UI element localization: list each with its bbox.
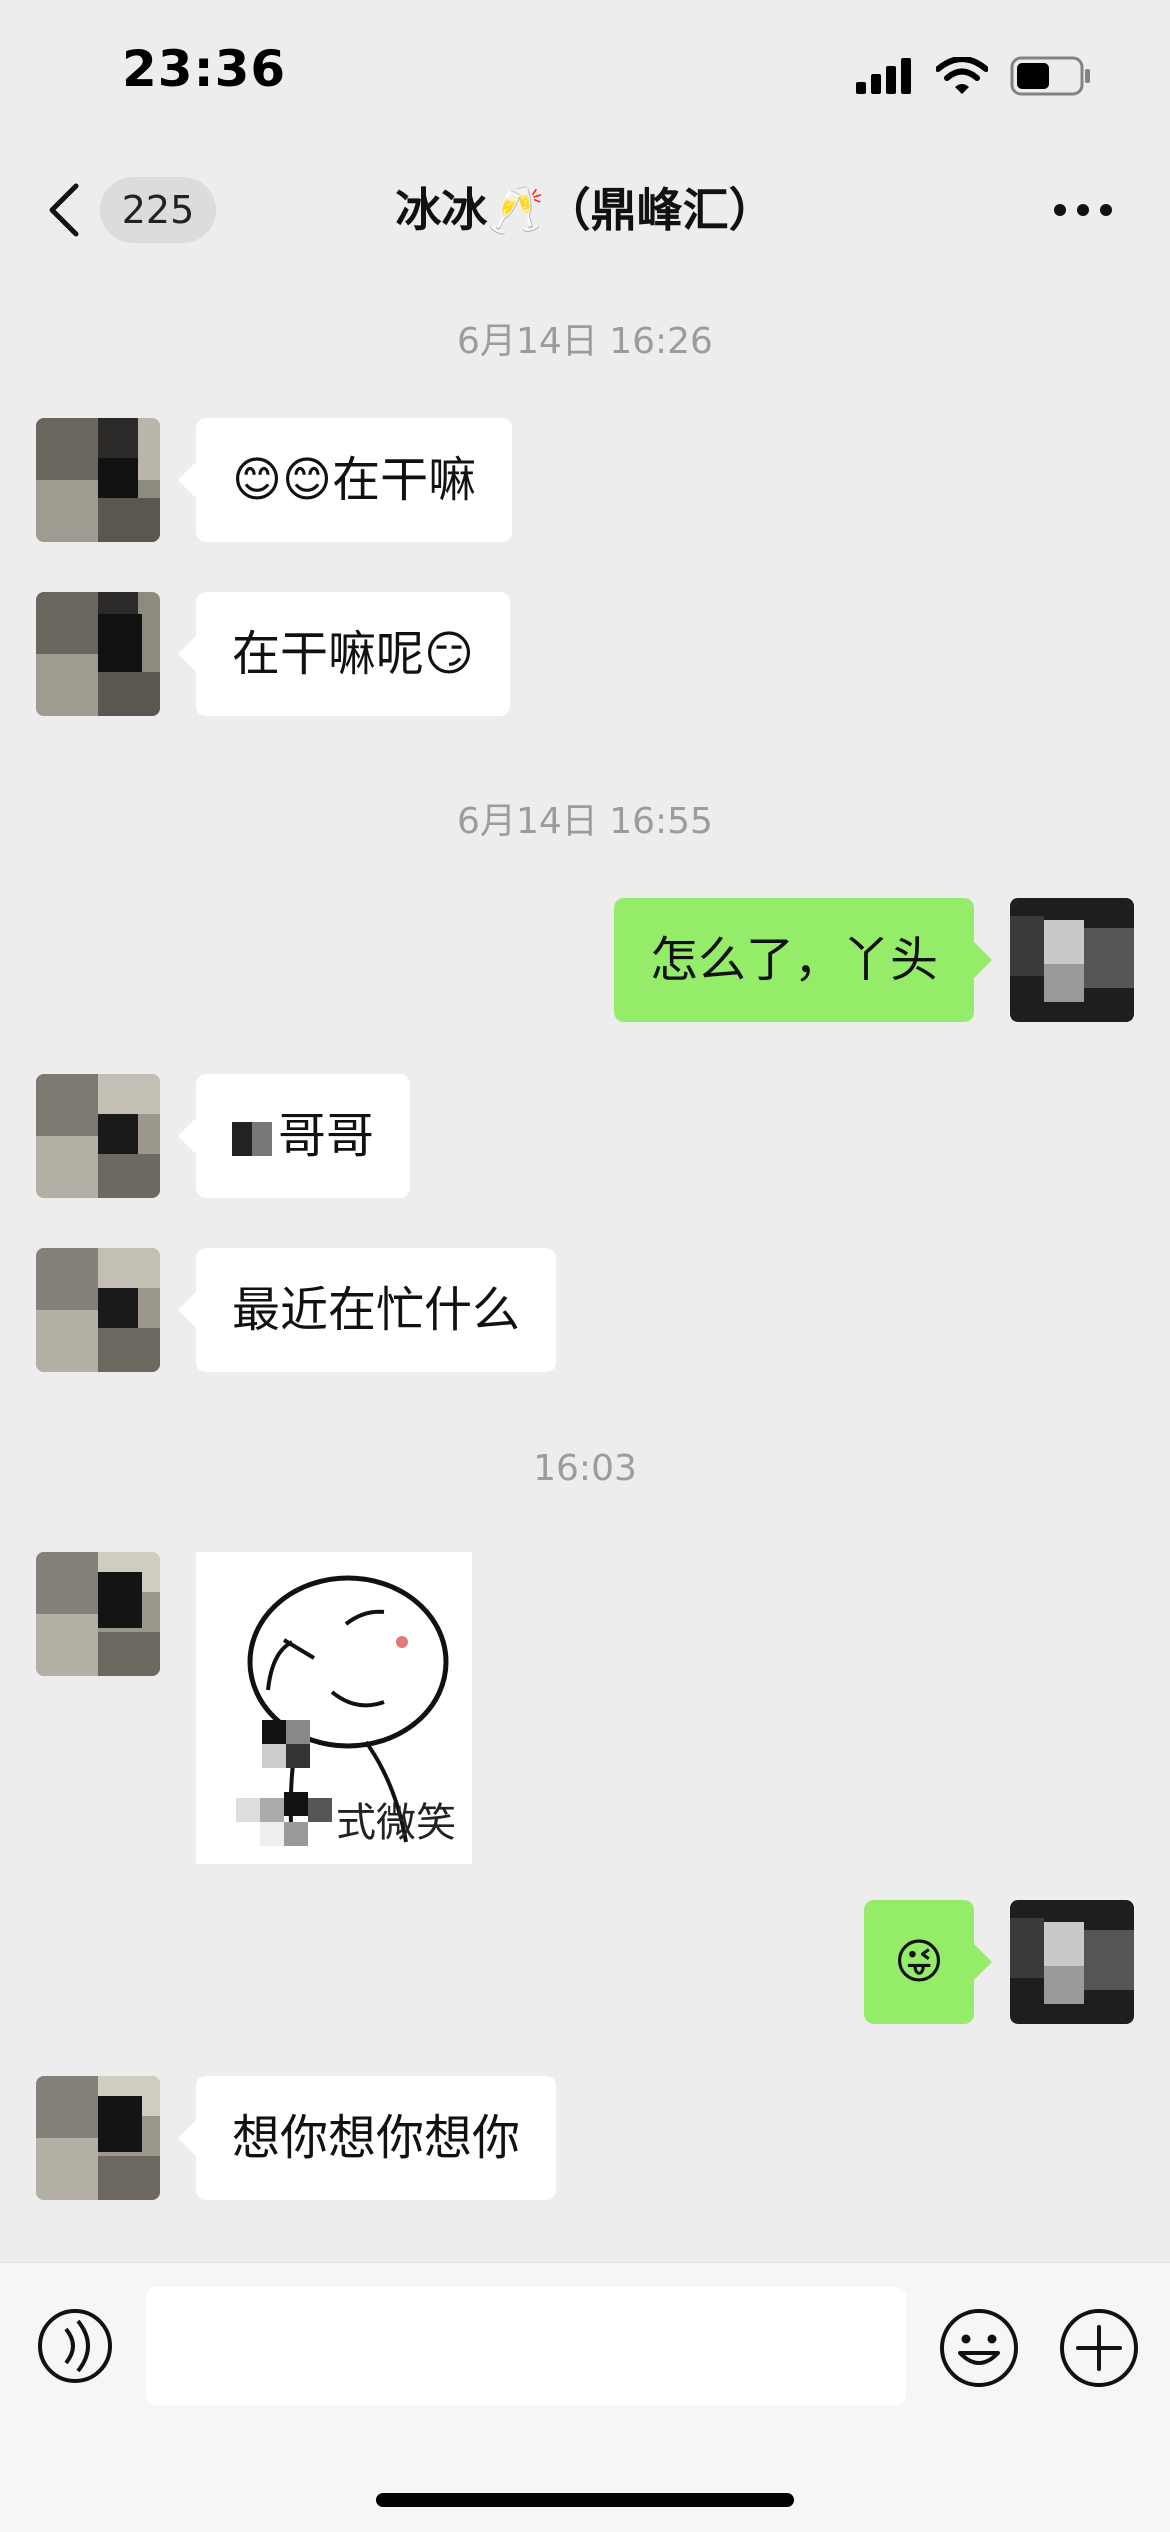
- message-bubble-incoming[interactable]: 哥哥: [177, 1074, 411, 1198]
- contact-avatar[interactable]: [36, 2076, 160, 2200]
- message-bubble-incoming[interactable]: 在干嘛呢😏: [177, 592, 511, 716]
- message-input[interactable]: [146, 2287, 906, 2405]
- contact-avatar[interactable]: [36, 1552, 160, 1676]
- signal-icon: [856, 58, 911, 94]
- pixelated-redaction: [232, 1122, 272, 1156]
- voice-toggle-icon[interactable]: [36, 2307, 114, 2385]
- contact-avatar[interactable]: [36, 592, 160, 716]
- wifi-icon: [936, 57, 988, 94]
- unread-count-badge[interactable]: 225: [100, 177, 216, 243]
- message-bubble-incoming[interactable]: 😊😊在干嘛: [177, 418, 513, 542]
- contact-avatar[interactable]: [36, 418, 160, 542]
- timestamp: 6月14日 16:55: [457, 801, 713, 842]
- sticker-message[interactable]: 式微笑: [196, 1552, 472, 1864]
- contact-avatar[interactable]: [36, 1248, 160, 1372]
- home-indicator[interactable]: [376, 2493, 794, 2507]
- battery-icon: [1010, 56, 1090, 96]
- message-bubble-incoming[interactable]: 想你想你想你: [177, 2076, 557, 2200]
- timestamp: 16:03: [533, 1448, 637, 1489]
- status-bar: 23:36: [0, 0, 1170, 150]
- sticker-caption: 式微笑: [336, 1800, 456, 1846]
- input-bar: [0, 2262, 1170, 2532]
- message-bubble-outgoing[interactable]: 怎么了，丫头: [613, 898, 993, 1022]
- message-text: 哥哥: [278, 1108, 375, 1164]
- chat-title: 冰冰🥂（鼎峰汇）: [395, 183, 775, 237]
- more-dots-icon[interactable]: [1052, 188, 1114, 232]
- emoji-smile-icon[interactable]: [938, 2307, 1020, 2389]
- status-icons: [856, 56, 1092, 96]
- status-time: 23:36: [122, 40, 287, 98]
- message-bubble-outgoing[interactable]: 😜: [863, 1900, 993, 2024]
- contact-avatar[interactable]: [36, 1074, 160, 1198]
- my-avatar[interactable]: [1010, 1900, 1134, 2024]
- chat-header: 225 冰冰🥂（鼎峰汇）: [0, 160, 1170, 260]
- message-bubble-incoming[interactable]: 最近在忙什么: [177, 1248, 557, 1372]
- plus-circle-icon[interactable]: [1058, 2307, 1140, 2389]
- chevron-left-icon[interactable]: [44, 182, 84, 238]
- my-avatar[interactable]: [1010, 898, 1134, 1022]
- timestamp: 6月14日 16:26: [457, 321, 713, 362]
